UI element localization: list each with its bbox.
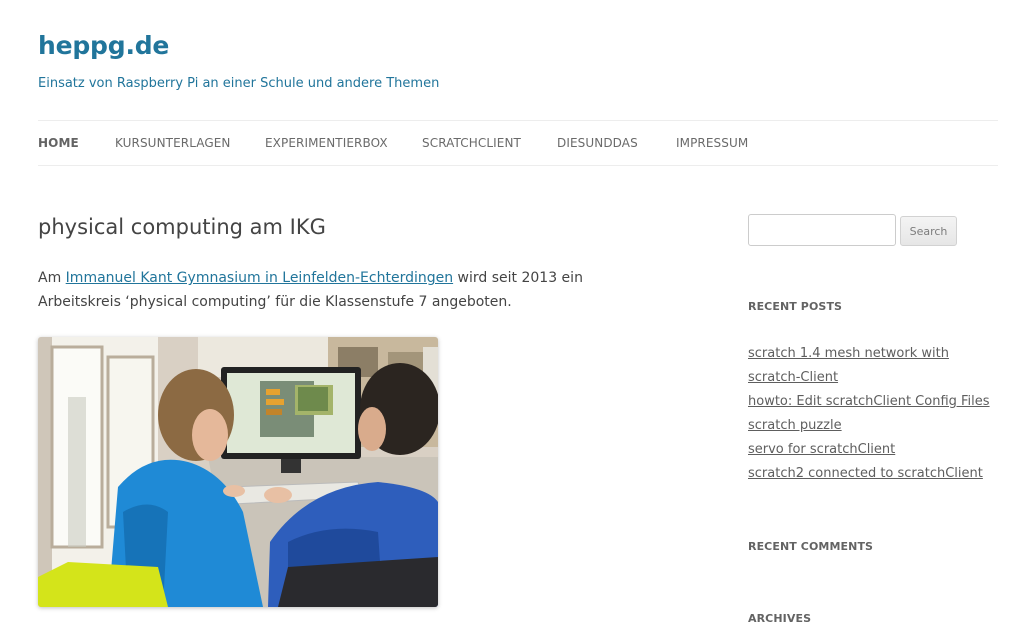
list-item: howto: Edit scratchClient Config Files	[748, 390, 998, 414]
recent-post-link[interactable]: scratch 1.4 mesh network with scratch-Cl…	[748, 346, 949, 385]
entry-paragraph: Am Immanuel Kant Gymnasium in Leinfelden…	[38, 266, 658, 314]
search-input[interactable]	[748, 214, 896, 246]
nav-item-impressum[interactable]: IMPRESSUM	[676, 136, 748, 150]
recent-posts-title: RECENT POSTS	[748, 300, 843, 313]
entry-text-prefix: Am	[38, 270, 66, 286]
list-item: servo for scratchClient	[748, 438, 998, 462]
search-button[interactable]: Search	[900, 216, 957, 246]
school-link[interactable]: Immanuel Kant Gymnasium in Leinfelden-Ec…	[66, 270, 453, 286]
archives-title: ARCHIVES	[748, 612, 812, 625]
main-navigation: HOME KURSUNTERLAGEN EXPERIMENTIERBOX SCR…	[38, 120, 998, 166]
recent-post-link[interactable]: scratch puzzle	[748, 418, 842, 433]
list-item: scratch 1.4 mesh network with scratch-Cl…	[748, 342, 998, 390]
classroom-photo	[38, 337, 438, 607]
entry-title: physical computing am IKG	[38, 215, 326, 239]
recent-posts-list: scratch 1.4 mesh network with scratch-Cl…	[748, 342, 998, 486]
recent-post-link[interactable]: howto: Edit scratchClient Config Files	[748, 394, 990, 409]
list-item: scratch2 connected to scratchClient	[748, 462, 998, 486]
recent-post-link[interactable]: servo for scratchClient	[748, 442, 895, 457]
nav-item-diesunddas[interactable]: DIESUNDDAS	[557, 136, 638, 150]
nav-item-home[interactable]: HOME	[38, 136, 79, 150]
site-title[interactable]: heppg.de	[38, 31, 169, 60]
recent-comments-title: RECENT COMMENTS	[748, 540, 874, 553]
nav-item-scratchclient[interactable]: SCRATCHCLIENT	[422, 136, 521, 150]
list-item: scratch puzzle	[748, 414, 998, 438]
nav-item-experimentierbox[interactable]: EXPERIMENTIERBOX	[265, 136, 388, 150]
recent-post-link[interactable]: scratch2 connected to scratchClient	[748, 466, 983, 481]
site-description: Einsatz von Raspberry Pi an einer Schule…	[38, 76, 440, 91]
nav-item-kursunterlagen[interactable]: KURSUNTERLAGEN	[115, 136, 231, 150]
